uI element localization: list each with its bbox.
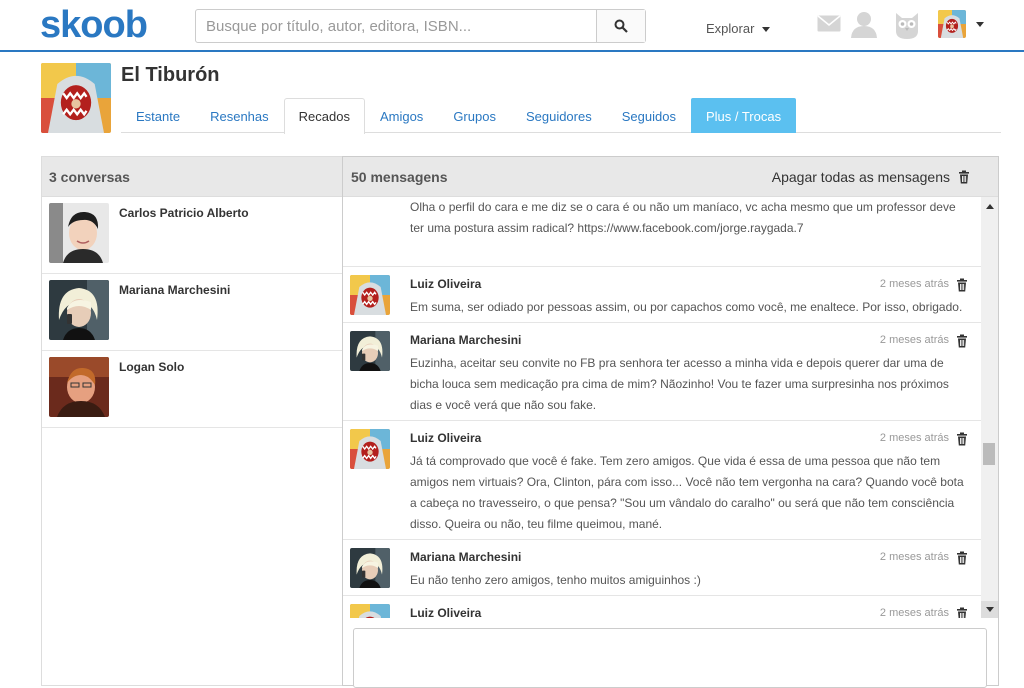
message-time: 2 meses atrás	[879, 432, 949, 444]
conversation-name: Carlos Patricio Alberto	[119, 206, 249, 220]
messages-count: 50 mensagens	[351, 169, 448, 185]
delete-all-label: Apagar todas as mensagens	[771, 169, 950, 185]
message-time: 2 meses atrás	[879, 278, 949, 290]
messages-header: 50 mensagens Apagar todas as mensagens	[343, 157, 998, 197]
message-author[interactable]: Luiz Oliveira	[410, 277, 481, 291]
message-author[interactable]: Luiz Oliveira	[410, 606, 481, 618]
avatar[interactable]	[350, 429, 390, 469]
chevron-down-icon[interactable]	[976, 22, 984, 27]
message-author[interactable]: Mariana Marchesini	[410, 550, 521, 564]
message-text: Olha o perfil do cara e me diz se o cara…	[410, 200, 956, 235]
tab-amigos[interactable]: Amigos	[365, 98, 438, 133]
tab-grupos[interactable]: Grupos	[438, 98, 511, 133]
skoob-logo[interactable]: skoob	[40, 4, 148, 47]
tab-recados[interactable]: Recados	[283, 98, 365, 134]
message-time: 2 meses atrás	[879, 607, 949, 618]
avatar[interactable]	[350, 548, 390, 588]
message-item: Luiz Oliveira 2 meses atrás	[343, 596, 981, 618]
conversation-item[interactable]: Carlos Patricio Alberto	[42, 197, 343, 274]
explore-menu[interactable]: Explorar	[706, 21, 771, 36]
conversation-name: Mariana Marchesini	[119, 283, 231, 297]
top-navbar: skoob Explorar	[0, 0, 1024, 52]
avatar	[49, 280, 109, 340]
tab-plus-trocas[interactable]: Plus / Trocas	[690, 98, 797, 133]
profile-avatar[interactable]	[41, 63, 111, 133]
message-item: Mariana Marchesini 2 meses atrás Eu não …	[343, 540, 981, 596]
avatar[interactable]	[350, 331, 390, 371]
search-button[interactable]	[596, 10, 645, 42]
trash-icon[interactable]	[956, 278, 968, 292]
profile-name: El Tiburón	[121, 64, 220, 86]
trash-icon[interactable]	[956, 334, 968, 348]
message-list[interactable]: Olha o perfil do cara e me diz se o cara…	[343, 197, 981, 618]
message-text: Eu não tenho zero amigos, tenho muitos a…	[410, 573, 701, 587]
message-scrollbar[interactable]	[981, 197, 998, 618]
search-icon	[614, 19, 628, 33]
messages-panel: 50 mensagens Apagar todas as mensagens O…	[342, 156, 999, 688]
conversation-item[interactable]: Logan Solo	[42, 351, 343, 428]
tab-resenhas[interactable]: Resenhas	[195, 98, 284, 133]
trash-icon[interactable]	[956, 607, 968, 618]
message-author[interactable]: Luiz Oliveira	[410, 431, 481, 445]
trash-icon[interactable]	[956, 432, 968, 446]
conversations-count: 3 conversas	[42, 157, 343, 197]
chevron-down-icon	[762, 27, 771, 33]
search-box	[195, 9, 646, 43]
delete-all-button[interactable]: Apagar todas as mensagens	[772, 157, 970, 197]
user-avatar[interactable]	[938, 10, 966, 38]
tab-seguidores[interactable]: Seguidores	[511, 98, 607, 133]
scroll-down-icon[interactable]	[981, 601, 998, 618]
profile-tabs: Estante Resenhas Recados Amigos Grupos S…	[121, 98, 1001, 134]
conversation-name: Logan Solo	[119, 360, 185, 374]
avatar	[49, 357, 109, 417]
message-author[interactable]: Mariana Marchesini	[410, 333, 521, 347]
message-text: Euzinha, aceitar seu convite no FB pra s…	[410, 356, 949, 412]
conversations-panel: 3 conversas Carlos Patricio Alberto Mari…	[41, 156, 343, 686]
scroll-up-icon[interactable]	[986, 204, 994, 209]
message-item: Luiz Oliveira 2 meses atrás Já tá compro…	[343, 421, 981, 540]
message-text: Já tá comprovado que você é fake. Tem ze…	[410, 454, 964, 531]
search-input[interactable]	[196, 10, 596, 42]
avatar	[49, 203, 109, 263]
trash-icon	[958, 170, 970, 184]
conversation-item[interactable]: Mariana Marchesini	[42, 274, 343, 351]
message-time: 2 meses atrás	[879, 551, 949, 563]
reply-textarea[interactable]	[353, 628, 987, 688]
scroll-thumb[interactable]	[983, 443, 995, 465]
message-item: Olha o perfil do cara e me diz se o cara…	[343, 197, 981, 267]
tab-estante[interactable]: Estante	[121, 98, 195, 133]
explore-label: Explorar	[706, 21, 755, 36]
message-item: Luiz Oliveira 2 meses atrás Em suma, ser…	[343, 267, 981, 323]
message-item: Mariana Marchesini 2 meses atrás Euzinha…	[343, 323, 981, 421]
message-time: 2 meses atrás	[879, 334, 949, 346]
friends-icon[interactable]	[850, 11, 878, 38]
avatar[interactable]	[350, 275, 390, 315]
avatar[interactable]	[350, 604, 390, 618]
tab-seguidos[interactable]: Seguidos	[607, 98, 691, 133]
message-text: Em suma, ser odiado por pessoas assim, o…	[410, 300, 963, 314]
trash-icon[interactable]	[956, 551, 968, 565]
owl-icon[interactable]	[894, 11, 920, 39]
mail-icon[interactable]	[817, 15, 841, 32]
